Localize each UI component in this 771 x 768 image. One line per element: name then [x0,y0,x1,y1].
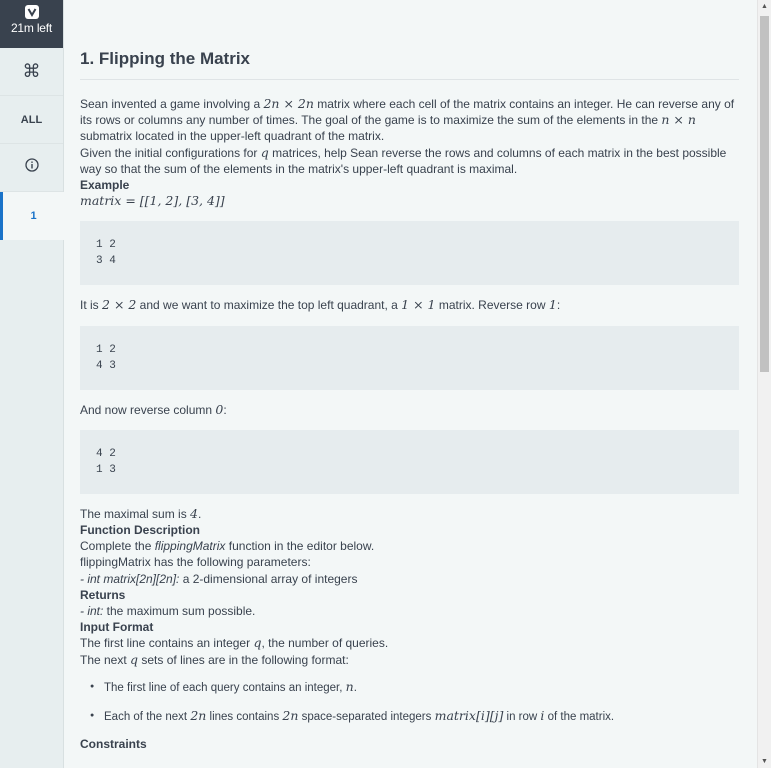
function-name: flippingMatrix [154,539,226,554]
text: And now reverse column [80,402,216,417]
code-line: 4 2 [96,447,116,460]
text: submatrix located in the upper-left quad… [80,129,385,144]
paragraph: The next q sets of lines are in the foll… [80,652,739,668]
page-title: 1. Flipping the Matrix [80,49,739,80]
math: matrix = [[1, 2], [3, 4]] [80,193,225,209]
text: function in the editor below. [225,539,375,554]
text: Each of the next [104,710,191,723]
param-type: - int: [80,604,104,619]
code-block: 1 2 4 3 [80,325,739,390]
intro-paragraph: Sean invented a game involving a 2n × 2n… [80,96,739,145]
scroll-up-arrow-icon[interactable]: ▲ [761,3,768,10]
param-type: - int matrix[2n][2n]: [80,571,180,586]
scroll-down-arrow-icon[interactable]: ▼ [761,758,768,765]
paragraph: And now reverse column 0: [80,402,739,418]
text: . [197,506,202,521]
code-line: 1 2 [96,343,116,356]
scrollbar[interactable]: ▲ ▼ [757,0,771,768]
text: The first line contains an integer [80,636,254,651]
paragraph: The first line contains an integer q, th… [80,635,739,651]
example-heading: Example [80,178,130,193]
input-format-heading: Input Format [80,620,154,635]
info-icon [24,158,39,177]
text: It is [80,298,103,313]
text: The maximal sum is [80,506,191,521]
math: 1 × 1 [401,297,436,313]
math: 2 × 2 [102,297,137,313]
input-format-list: The first line of each query contains an… [80,678,739,726]
text: Given the initial configurations for [80,145,261,160]
code-line: 1 2 [96,239,116,252]
paragraph: It is 2 × 2 and we want to maximize the … [80,297,739,313]
text: in row [503,710,541,723]
scrollbar-thumb[interactable] [760,16,769,372]
question-tab-1[interactable]: 1 [0,192,64,240]
code-line: 3 4 [96,255,116,268]
text: The first line of each query contains an… [104,681,346,694]
code-line: 1 3 [96,463,116,476]
math: 2n × 2n [263,96,314,111]
list-item: The first line of each query contains an… [80,678,739,697]
math: q [260,144,269,160]
paragraph: flippingMatrix has the following paramet… [80,555,311,570]
math: q [130,651,139,667]
paragraph: - int: the maximum sum possible. [80,603,739,619]
returns-heading: Returns [80,587,126,602]
text: Sean invented a game involving a [80,97,264,111]
code-block: 4 2 1 3 [80,429,739,494]
example-math: matrix = [[1, 2], [3, 4]] [80,193,739,209]
text: : [223,402,227,417]
text: Complete the [80,539,155,554]
text: a 2-dimensional array of integers [179,571,358,586]
text: The next [80,652,131,667]
problem-panel: 1. Flipping the Matrix Sean invented a g… [64,0,757,768]
text: lines contains [206,710,283,723]
text: , the number of queries. [261,636,389,651]
code-block: 1 2 3 4 [80,221,739,286]
math: 4 [190,505,198,521]
paragraph: The maximal sum is 4. [80,506,739,522]
info-button[interactable] [0,144,63,192]
text: matrix. Reverse row [435,298,549,313]
function-heading: Function Description [80,523,200,538]
text: sets of lines are in the following forma… [138,652,349,667]
math: n [345,678,354,694]
sidebar: 21m left ⌘ ALL 1 [0,0,64,768]
command-icon[interactable]: ⌘ [0,48,63,96]
text: : [556,298,561,313]
text: . [353,681,357,694]
problem-statement: Sean invented a game involving a 2n × 2n… [80,96,739,752]
math: 2n [190,707,207,723]
code-line: 4 3 [96,359,116,372]
math: n × n [661,112,696,128]
text: the maximum sum possible. [103,604,256,619]
text: and we want to maximize the top left qua… [136,298,402,313]
math: matrix[i][j] [434,707,504,723]
hackerrank-logo-icon [24,5,39,19]
math: 1 [548,297,557,313]
text: space-separated integers [298,710,435,723]
timer: 21m left [0,0,63,48]
all-questions-button[interactable]: ALL [0,96,63,144]
math: 2n [282,707,299,723]
paragraph: Complete the flippingMatrix function in … [80,538,739,554]
list-item: Each of the next 2n lines contains 2n sp… [80,707,739,726]
paragraph: - int matrix[2n][2n]: a 2-dimensional ar… [80,571,739,587]
intro-paragraph-2: Given the initial configurations for q m… [80,145,739,177]
constraints-heading: Constraints [80,736,147,751]
text: of the matrix. [544,710,615,723]
timer-text: 21m left [10,21,53,35]
